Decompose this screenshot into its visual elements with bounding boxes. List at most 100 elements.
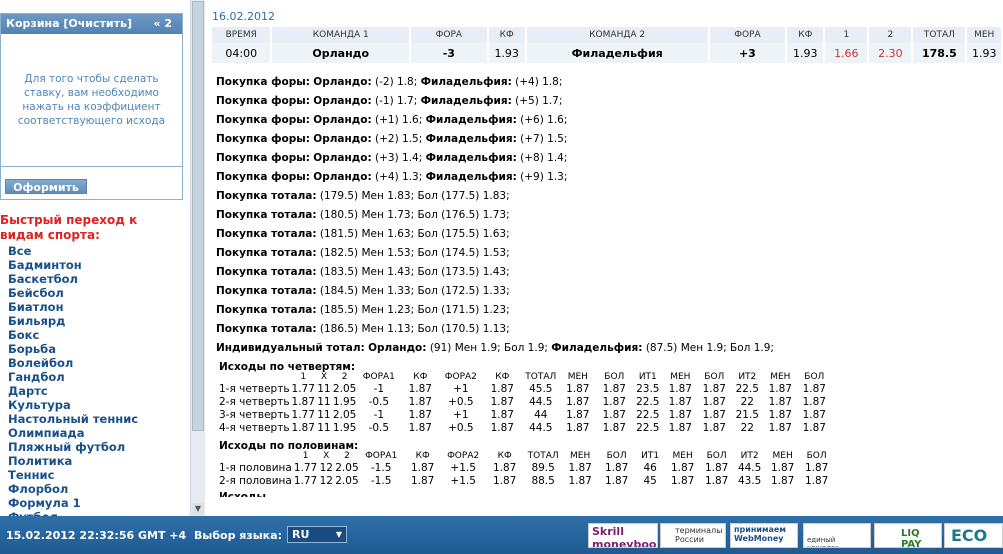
bet-line[interactable]: Покупка форы: Орландо: (+4) 1.3; Филадел… — [216, 168, 774, 187]
odds-cell[interactable]: +1 — [439, 383, 482, 396]
sport-link[interactable]: Формула 1 — [8, 496, 138, 510]
bet-line[interactable]: Покупка тотала: (180.5) Мен 1.73; Бол (1… — [216, 206, 774, 225]
scrollbar-thumb[interactable] — [192, 1, 204, 431]
odds-cell[interactable]: 1.77 — [292, 409, 315, 422]
odds-cell[interactable]: 1.87 — [697, 383, 731, 396]
sport-link[interactable]: Пляжный футбол — [8, 440, 138, 454]
odds-cell[interactable]: 1.87 — [485, 475, 525, 488]
cart-collapse-button[interactable]: « 2 — [153, 14, 172, 34]
odds-cell[interactable]: 1.87 — [596, 409, 632, 422]
liqpay-logo[interactable]: LIQ PAY — [874, 523, 942, 548]
odds-cell[interactable]: 44.5 — [734, 462, 766, 475]
odds-cell[interactable]: 12 — [317, 475, 335, 488]
sport-link[interactable]: Гандбол — [8, 370, 138, 384]
odds-cell[interactable]: 1.87 — [401, 422, 439, 435]
odds-cell[interactable]: 1.87 — [763, 409, 797, 422]
odds-cell[interactable]: 1.87 — [562, 475, 599, 488]
odds-cell[interactable]: +1 — [439, 409, 482, 422]
bet-line[interactable]: Индивидуальный тотал: Орландо: (91) Мен … — [216, 339, 774, 358]
odds-cell[interactable]: 12 — [317, 462, 335, 475]
odds-cell[interactable]: 1.87 — [559, 409, 596, 422]
odds-cell[interactable]: 1.87 — [401, 396, 439, 409]
bet-line[interactable]: Покупка тотала: (183.5) Мен 1.43; Бол (1… — [216, 263, 774, 282]
sport-link[interactable]: Флорбол — [8, 482, 138, 496]
bet-line[interactable]: Покупка форы: Орландо: (+3) 1.4; Филадел… — [216, 149, 774, 168]
sport-link[interactable]: Борьба — [8, 342, 138, 356]
odds-cell[interactable]: 1.95 — [333, 422, 356, 435]
odds-cell[interactable]: 1.87 — [485, 462, 525, 475]
odds-cell[interactable]: 22.5 — [632, 422, 663, 435]
odds-cell[interactable]: 1.87 — [663, 422, 697, 435]
odds-cell[interactable]: 11 — [315, 396, 333, 409]
odds-cell[interactable]: 11 — [315, 409, 333, 422]
odds-cell[interactable]: -1 — [356, 409, 401, 422]
scroll-down-arrow-icon[interactable]: ▼ — [192, 503, 204, 515]
webmoney-logo[interactable]: принимаем WebMoney — [730, 523, 798, 548]
bet-line[interactable]: Покупка форы: Орландо: (+2) 1.5; Филадел… — [216, 130, 774, 149]
odds-cell[interactable]: 2.05 — [335, 475, 358, 488]
bet-line[interactable]: Покупка тотала: (184.5) Мен 1.33; Бол (1… — [216, 282, 774, 301]
odds-cell[interactable]: 44.5 — [522, 422, 559, 435]
odds-cell[interactable]: 88.5 — [525, 475, 562, 488]
checkout-button[interactable]: Оформить — [5, 179, 87, 194]
odds-cell[interactable]: 43.5 — [734, 475, 766, 488]
sport-link[interactable]: Бейсбол — [8, 286, 138, 300]
odds-cell[interactable]: 1.87 — [401, 409, 439, 422]
odds-cell[interactable]: 1.87 — [596, 383, 632, 396]
odds-cell[interactable]: 23.5 — [632, 383, 663, 396]
odds-cell[interactable]: 22.5 — [632, 396, 663, 409]
odds-cell[interactable]: 1.87 — [482, 396, 522, 409]
event-cell[interactable]: 2.30 — [869, 43, 912, 63]
sport-link[interactable]: Настольный теннис — [8, 412, 138, 426]
sidebar-scrollbar[interactable]: ▼ — [190, 0, 205, 516]
odds-cell[interactable]: -1 — [356, 383, 401, 396]
odds-cell[interactable]: 1.87 — [663, 383, 697, 396]
odds-cell[interactable]: 1.87 — [559, 422, 596, 435]
odds-cell[interactable]: 1.87 — [599, 462, 635, 475]
sport-link[interactable]: Биатлон — [8, 300, 138, 314]
odds-cell[interactable]: 1.87 — [766, 462, 800, 475]
odds-cell[interactable]: 1.87 — [482, 409, 522, 422]
odds-cell[interactable]: 1.87 — [404, 462, 442, 475]
bet-line[interactable]: Покупка форы: Орландо: (-2) 1.8; Филадел… — [216, 73, 774, 92]
odds-cell[interactable]: 1.87 — [697, 396, 731, 409]
odds-cell[interactable]: 1.87 — [697, 422, 731, 435]
odds-cell[interactable]: 89.5 — [525, 462, 562, 475]
odds-cell[interactable]: 1.87 — [292, 396, 315, 409]
sport-link[interactable]: Политика — [8, 454, 138, 468]
bet-line[interactable]: Покупка тотала: (179.5) Мен 1.83; Бол (1… — [216, 187, 774, 206]
odds-cell[interactable]: 1.87 — [663, 409, 697, 422]
bet-line[interactable]: Покупка тотала: (181.5) Мен 1.63; Бол (1… — [216, 225, 774, 244]
odds-cell[interactable]: 1.87 — [700, 462, 734, 475]
odds-cell[interactable]: 1.87 — [482, 383, 522, 396]
event-cell[interactable]: 178.5 — [913, 43, 966, 63]
odds-cell[interactable]: +0.5 — [439, 396, 482, 409]
odds-cell[interactable]: 22.5 — [731, 383, 763, 396]
skrill-logo[interactable]: Skrill moneybookers — [588, 523, 658, 548]
odds-cell[interactable]: 1.77 — [294, 475, 317, 488]
odds-cell[interactable]: 2.05 — [333, 409, 356, 422]
odds-cell[interactable]: 1.87 — [763, 396, 797, 409]
odds-cell[interactable]: 1.77 — [294, 462, 317, 475]
bet-line[interactable]: Покупка форы: Орландо: (+1) 1.6; Филадел… — [216, 111, 774, 130]
unified-wallet-logo[interactable]: единый кошелек — [803, 523, 871, 548]
odds-cell[interactable]: 1.87 — [800, 462, 834, 475]
odds-cell[interactable]: 1.87 — [482, 422, 522, 435]
odds-cell[interactable]: 1.87 — [663, 396, 697, 409]
odds-cell[interactable]: 1.87 — [401, 383, 439, 396]
odds-cell[interactable]: 1.87 — [766, 475, 800, 488]
odds-cell[interactable]: 1.87 — [800, 475, 834, 488]
event-cell[interactable]: 1.93 — [787, 43, 824, 63]
odds-cell[interactable]: 1.87 — [596, 396, 632, 409]
event-cell[interactable]: 1.93 — [967, 43, 1001, 63]
odds-cell[interactable]: 2.05 — [333, 383, 356, 396]
odds-cell[interactable]: 1.87 — [797, 396, 831, 409]
odds-cell[interactable]: 1.87 — [763, 422, 797, 435]
odds-cell[interactable]: 1.87 — [292, 422, 315, 435]
cart-title[interactable]: Корзина [Очистить] — [6, 17, 132, 30]
odds-cell[interactable]: 2.05 — [335, 462, 358, 475]
odds-cell[interactable]: 1.95 — [333, 396, 356, 409]
cart-header[interactable]: Корзина [Очистить] « 2 — [1, 14, 182, 34]
bet-line[interactable]: Покупка форы: Орландо: (-1) 1.7; Филадел… — [216, 92, 774, 111]
odds-cell[interactable]: 22.5 — [632, 409, 663, 422]
